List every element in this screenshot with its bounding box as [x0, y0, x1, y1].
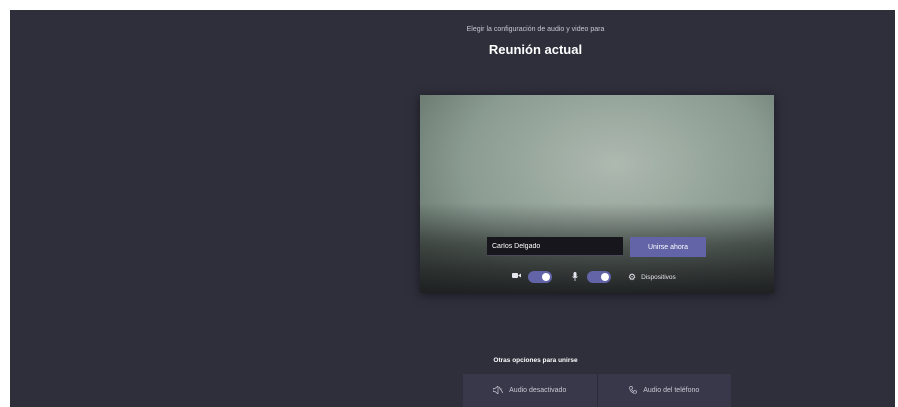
meeting-title: Reunión actual [488, 42, 583, 57]
device-controls: ⚙ Dispositivos [420, 271, 774, 285]
speaker-off-icon [492, 384, 504, 396]
video-preview: Unirse ahora ⚙ Dispositivos [420, 95, 774, 293]
join-now-button[interactable]: Unirse ahora [630, 237, 706, 257]
name-input[interactable] [487, 237, 623, 256]
phone-audio-label: Audio del teléfono [643, 387, 700, 394]
microphone-toggle-knob [601, 273, 609, 281]
devices-button[interactable]: ⚙ Dispositivos [628, 271, 676, 283]
prejoin-subtitle: Elegir la configuración de audio y video… [466, 26, 605, 33]
microphone-icon [572, 272, 578, 284]
audio-off-option[interactable]: Audio desactivado [463, 374, 597, 407]
microphone-toggle[interactable] [587, 271, 611, 283]
other-options-label: Otras opciones para unirse [493, 357, 578, 364]
phone-icon [629, 385, 638, 396]
camera-toggle[interactable] [528, 271, 552, 283]
other-join-options: Audio desactivado Audio del teléfono [463, 374, 731, 407]
camera-toggle-knob [542, 273, 550, 281]
phone-audio-option[interactable]: Audio del teléfono [596, 374, 732, 407]
gear-icon: ⚙ [628, 272, 637, 282]
audio-off-label: Audio desactivado [509, 387, 567, 394]
devices-label: Dispositivos [641, 274, 676, 281]
meeting-prejoin-screen: Elegir la configuración de audio y video… [10, 10, 895, 407]
video-camera-icon [512, 272, 521, 282]
